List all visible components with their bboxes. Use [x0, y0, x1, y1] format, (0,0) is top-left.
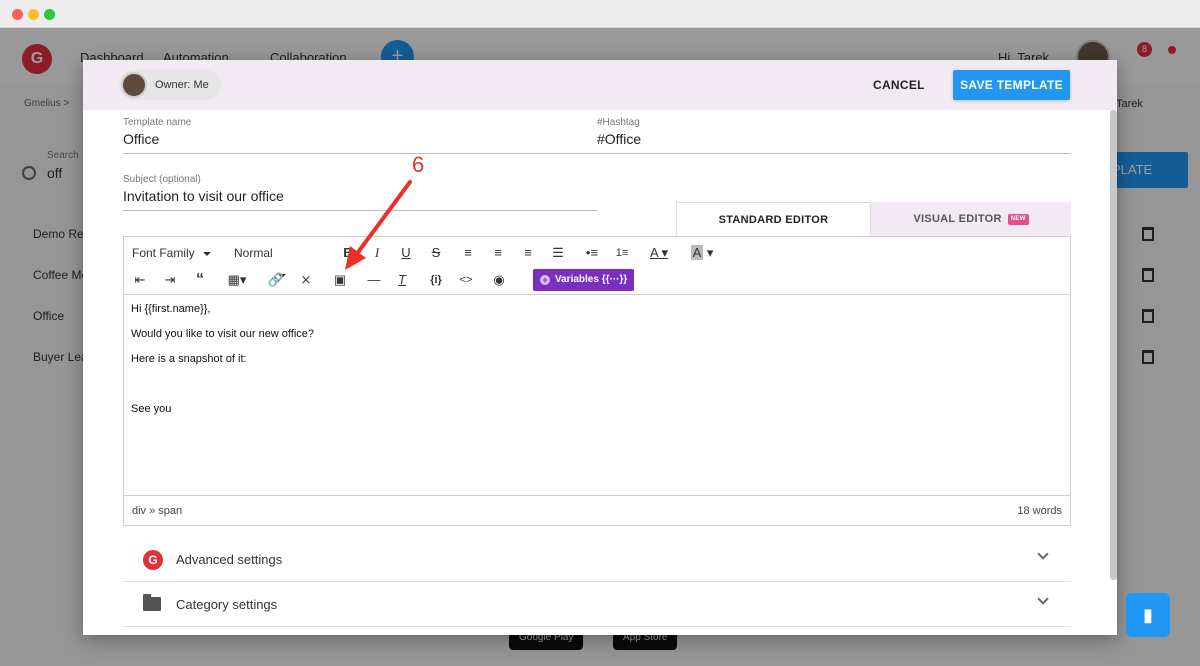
- save-template-button[interactable]: SAVE TEMPLATE: [953, 70, 1070, 100]
- subject-label: Subject (optional): [123, 174, 201, 185]
- chevron-down-icon: [1037, 593, 1049, 605]
- font-family-select[interactable]: Font Family: [132, 242, 211, 264]
- font-size-select[interactable]: Normal: [234, 242, 324, 278]
- new-badge: NEW: [1007, 213, 1029, 225]
- element-path[interactable]: div » span: [132, 505, 182, 517]
- owner-avatar: [121, 72, 147, 98]
- owner-label: Owner: Me: [155, 79, 209, 91]
- numbered-list-icon[interactable]: 1≡: [612, 242, 632, 264]
- table-icon[interactable]: ▦▾: [222, 269, 252, 291]
- preview-eye-icon[interactable]: ◉: [488, 269, 510, 291]
- plus-icon: +: [540, 275, 550, 285]
- close-window-button[interactable]: [12, 9, 23, 20]
- blockquote-icon[interactable]: “: [190, 269, 210, 291]
- variables-button[interactable]: + Variables {{···}}: [533, 269, 634, 291]
- link-icon[interactable]: 🔗: [266, 269, 286, 291]
- font-family-label: Font Family: [132, 246, 195, 260]
- tab-visual-editor[interactable]: VISUAL EDITOR NEW: [871, 202, 1071, 236]
- align-center-icon[interactable]: ≡: [488, 242, 508, 264]
- minimize-window-button[interactable]: [28, 9, 39, 20]
- content-line: Hi {{first.name}},: [131, 303, 211, 315]
- content-line: [131, 378, 1063, 391]
- tab-standard-editor[interactable]: STANDARD EDITOR: [676, 202, 871, 236]
- accordion-label: Advanced settings: [176, 552, 283, 567]
- bold-icon[interactable]: B: [338, 242, 358, 264]
- strikethrough-icon[interactable]: S: [426, 242, 446, 264]
- unlink-icon[interactable]: ⨯: [296, 269, 316, 291]
- cancel-button[interactable]: CANCEL: [873, 72, 925, 98]
- bullet-list-icon[interactable]: •≡: [582, 242, 602, 264]
- chevron-down-icon: [1037, 548, 1049, 560]
- word-count: 18 words: [1017, 505, 1062, 517]
- italic-icon[interactable]: I: [367, 242, 387, 264]
- image-icon[interactable]: ▣: [330, 269, 350, 291]
- align-left-icon[interactable]: ≡: [458, 242, 478, 264]
- clear-format-icon[interactable]: T: [392, 269, 412, 291]
- gmelius-icon: G: [143, 550, 163, 570]
- hashtag-input[interactable]: #Office: [597, 131, 1071, 154]
- template-modal: Owner: Me CANCEL SAVE TEMPLATE Template …: [83, 60, 1117, 635]
- advanced-settings-accordion[interactable]: G Advanced settings: [123, 538, 1071, 582]
- tab-visual-label: VISUAL EDITOR: [913, 213, 1002, 225]
- outdent-icon[interactable]: ⇤: [130, 269, 150, 291]
- underline-icon[interactable]: U: [396, 242, 416, 264]
- rich-text-editor: Font Family Normal B I U S ≡ ≡ ≡ ☰ •≡ 1≡…: [123, 236, 1071, 526]
- modal-header: Owner: Me CANCEL SAVE TEMPLATE: [83, 60, 1117, 110]
- content-line: Would you like to visit our new office?: [131, 328, 315, 340]
- hashtag-label: #Hashtag: [597, 117, 640, 128]
- content-line: Here is a snapshot of it:: [131, 353, 247, 365]
- window-titlebar: [0, 0, 1200, 28]
- editor-content[interactable]: Hi {{first.name}}, Would you like to vis…: [124, 295, 1070, 495]
- variables-label: Variables {{···}}: [555, 274, 628, 285]
- horizontal-rule-icon[interactable]: —: [364, 269, 384, 291]
- maximize-window-button[interactable]: [44, 9, 55, 20]
- subject-field[interactable]: Subject (optional) Invitation to visit o…: [123, 174, 597, 211]
- code-braces-icon[interactable]: {i}: [424, 269, 448, 291]
- subject-input[interactable]: Invitation to visit our office: [123, 188, 597, 211]
- font-size-label: Normal: [234, 246, 273, 260]
- content-line: See you: [131, 403, 172, 415]
- source-code-icon[interactable]: <>: [456, 269, 476, 291]
- editor-statusbar: div » span 18 words: [124, 495, 1070, 525]
- template-name-label: Template name: [123, 117, 192, 128]
- template-name-field[interactable]: Template name Office: [123, 117, 597, 154]
- template-name-input[interactable]: Office: [123, 131, 597, 154]
- align-right-icon[interactable]: ≡: [518, 242, 538, 264]
- editor-tabs: STANDARD EDITOR VISUAL EDITOR NEW: [676, 202, 1071, 236]
- indent-icon[interactable]: ⇥: [160, 269, 180, 291]
- accordion-label: Category settings: [176, 597, 278, 612]
- text-color-icon[interactable]: A ▾: [644, 242, 674, 264]
- category-settings-accordion[interactable]: Category settings: [123, 583, 1071, 627]
- hashtag-field[interactable]: #Hashtag #Office: [597, 117, 1071, 154]
- highlight-color-icon[interactable]: A ▾: [686, 242, 718, 264]
- align-justify-icon[interactable]: ☰: [548, 242, 568, 264]
- folder-icon: [143, 594, 161, 611]
- chat-icon[interactable]: ▮: [1126, 593, 1170, 637]
- step-number: 6: [412, 152, 425, 177]
- editor-toolbar: Font Family Normal B I U S ≡ ≡ ≡ ☰ •≡ 1≡…: [124, 237, 1070, 295]
- chevron-down-icon: [202, 251, 211, 256]
- owner-chip[interactable]: Owner: Me: [119, 70, 221, 100]
- scrollbar[interactable]: [1110, 110, 1117, 580]
